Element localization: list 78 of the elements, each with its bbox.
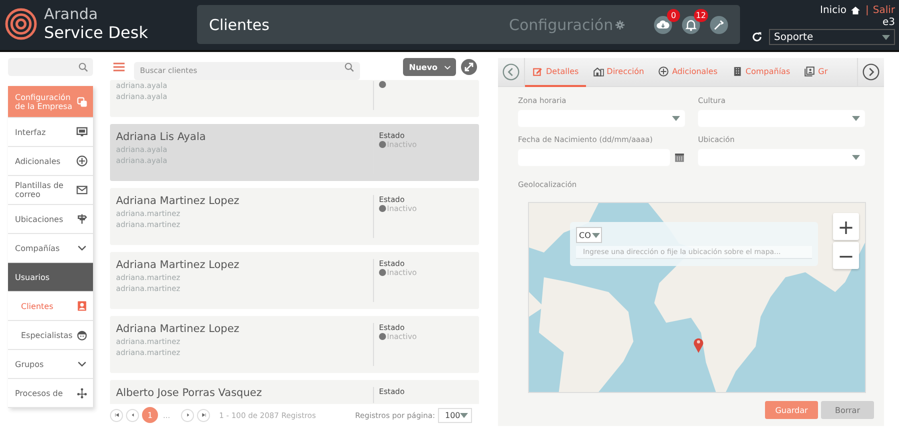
zoom-out-button[interactable]: − <box>833 242 859 269</box>
edit-icon <box>532 66 543 76</box>
chevron-right-icon <box>862 63 880 81</box>
bell-icon <box>684 18 698 32</box>
count-badge: 0 <box>667 8 680 22</box>
client-name: Adriana Martinez Lopez <box>116 259 240 271</box>
search-field[interactable] <box>8 58 93 76</box>
per-page-select[interactable]: 100 <box>438 408 472 422</box>
client-name: Adriana Martinez Lopez <box>116 195 240 207</box>
sidebar-item[interactable]: Ubicaciones <box>8 205 93 234</box>
signpost-icon <box>76 213 88 225</box>
status-dot <box>379 81 386 88</box>
plus-circle-icon <box>76 155 88 167</box>
status-dot <box>379 141 386 148</box>
sidebar-item[interactable]: Procesos de <box>8 379 93 408</box>
user-name: e3 <box>882 17 895 28</box>
client-name: Adriana Lis Ayala <box>116 131 207 143</box>
network-icon <box>76 387 88 399</box>
project-select[interactable]: Soporte <box>769 29 895 45</box>
brand-subtitle: Service Desk <box>44 23 148 42</box>
refresh-icon <box>751 31 763 43</box>
brand-name: Aranda <box>44 6 99 23</box>
building-icon <box>592 66 604 76</box>
home-link[interactable]: Inicio <box>820 5 846 16</box>
select-field[interactable] <box>518 110 685 127</box>
envelope-icon <box>76 184 88 196</box>
sidebar-item[interactable]: Interfaz <box>8 118 93 147</box>
map-pin-icon <box>693 337 704 353</box>
sidebar-item[interactable]: Usuarios <box>8 263 93 292</box>
separator: | <box>865 5 869 16</box>
client-name: Adriana Martinez Lopez <box>116 323 240 335</box>
first-page-button[interactable] <box>110 408 123 422</box>
previous-page-button[interactable] <box>126 408 139 422</box>
status-dot <box>379 205 386 212</box>
cloud-icon <box>656 18 670 32</box>
wrench-icon <box>712 18 726 32</box>
search-icon <box>344 62 355 72</box>
previous-tab-button[interactable] <box>502 63 520 81</box>
status-dot <box>379 333 386 340</box>
cloud-download-button[interactable] <box>654 16 672 34</box>
logout-link[interactable]: Salir <box>872 5 895 16</box>
plus-circle-icon <box>658 66 670 76</box>
contacts-icon <box>804 66 816 76</box>
search-icon <box>78 62 89 72</box>
sidebar-item[interactable]: Especialistas <box>8 321 93 350</box>
new-button[interactable]: Nuevo <box>403 58 456 76</box>
sidebar-item[interactable]: Plantillas de correo <box>8 176 93 205</box>
next-tab-button[interactable] <box>862 63 880 81</box>
country-select[interactable]: CO <box>576 227 602 243</box>
sidebar-item[interactable]: Adicionales <box>8 147 93 176</box>
next-page-button[interactable] <box>181 408 194 422</box>
sidebar-item[interactable]: Clientes <box>8 292 93 321</box>
tools-button[interactable] <box>710 16 728 34</box>
copy-icon <box>76 96 88 108</box>
sidebar-item[interactable]: Grupos <box>8 350 93 379</box>
face-icon <box>76 329 88 341</box>
expand-button[interactable] <box>461 59 477 75</box>
client-name: Alberto Jose Porras Vasquez <box>116 387 263 399</box>
contact-card-icon <box>76 300 88 312</box>
expand-arrows-icon <box>462 60 476 74</box>
section-title: Configuración <box>509 16 614 34</box>
menu-icon <box>112 60 126 74</box>
skip-forward-icon <box>200 411 208 419</box>
office-building-icon <box>732 66 742 76</box>
status-dot <box>379 269 386 276</box>
calendar-icon <box>674 152 685 163</box>
home-icon <box>850 5 862 16</box>
count-badge: 12 <box>694 8 708 22</box>
sidebar-item[interactable]: Compañías <box>8 234 93 263</box>
monitor-icon <box>76 126 88 138</box>
zoom-in-button[interactable]: + <box>833 213 859 240</box>
page-title: Clientes <box>209 16 270 34</box>
gear-icon <box>615 20 626 30</box>
select-field[interactable] <box>698 149 865 166</box>
chevron-left-icon <box>502 63 520 81</box>
skip-back-icon <box>112 411 120 419</box>
last-page-button[interactable] <box>197 408 210 422</box>
select-field[interactable] <box>698 110 865 127</box>
